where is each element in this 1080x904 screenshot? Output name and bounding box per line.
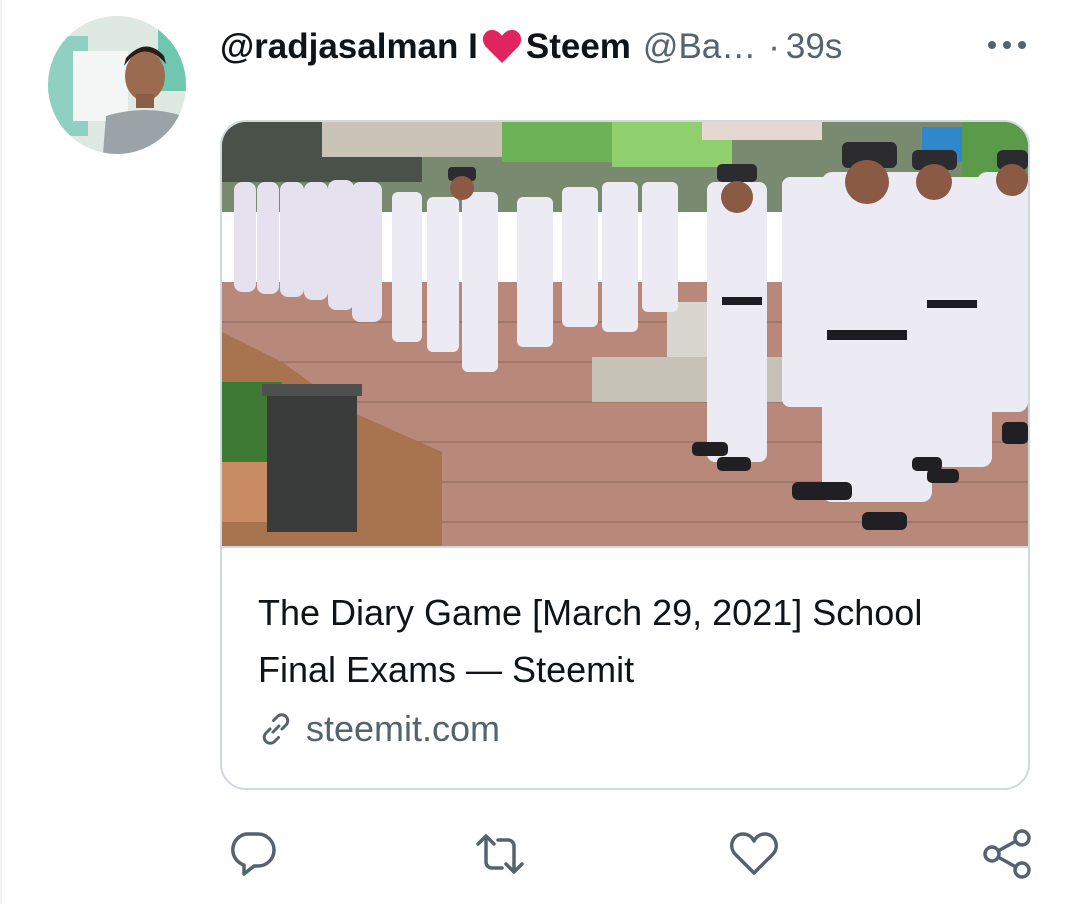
card-divider xyxy=(222,546,1028,548)
tweet-header: @radjasalman I Steem @Ba… · 39s xyxy=(220,22,1070,72)
card-domain-text: steemit.com xyxy=(306,708,501,749)
red-heart-emoji-icon xyxy=(482,29,522,65)
more-dots-icon[interactable] xyxy=(985,30,1029,60)
link-preview-card[interactable]: The Diary Game [March 29, 2021] School F… xyxy=(220,120,1030,790)
user-handle[interactable]: @Ba… xyxy=(643,27,756,67)
avatar[interactable] xyxy=(48,16,186,154)
like-heart-icon[interactable] xyxy=(726,826,782,882)
retweet-icon[interactable] xyxy=(472,826,528,882)
timestamp[interactable]: 39s xyxy=(786,27,842,67)
display-name-suffix[interactable]: Steem xyxy=(526,27,631,67)
action-bar xyxy=(0,826,1080,886)
left-border xyxy=(0,0,2,904)
card-domain[interactable]: steemit.com xyxy=(258,707,500,751)
link-icon xyxy=(262,713,290,745)
separator-dot: · xyxy=(768,27,780,66)
card-image[interactable] xyxy=(222,122,1028,546)
share-icon[interactable] xyxy=(980,826,1036,882)
display-name[interactable]: @radjasalman I xyxy=(220,27,478,67)
reply-icon[interactable] xyxy=(224,826,280,882)
card-title[interactable]: The Diary Game [March 29, 2021] School F… xyxy=(258,584,998,698)
avatar-photo xyxy=(48,16,186,154)
